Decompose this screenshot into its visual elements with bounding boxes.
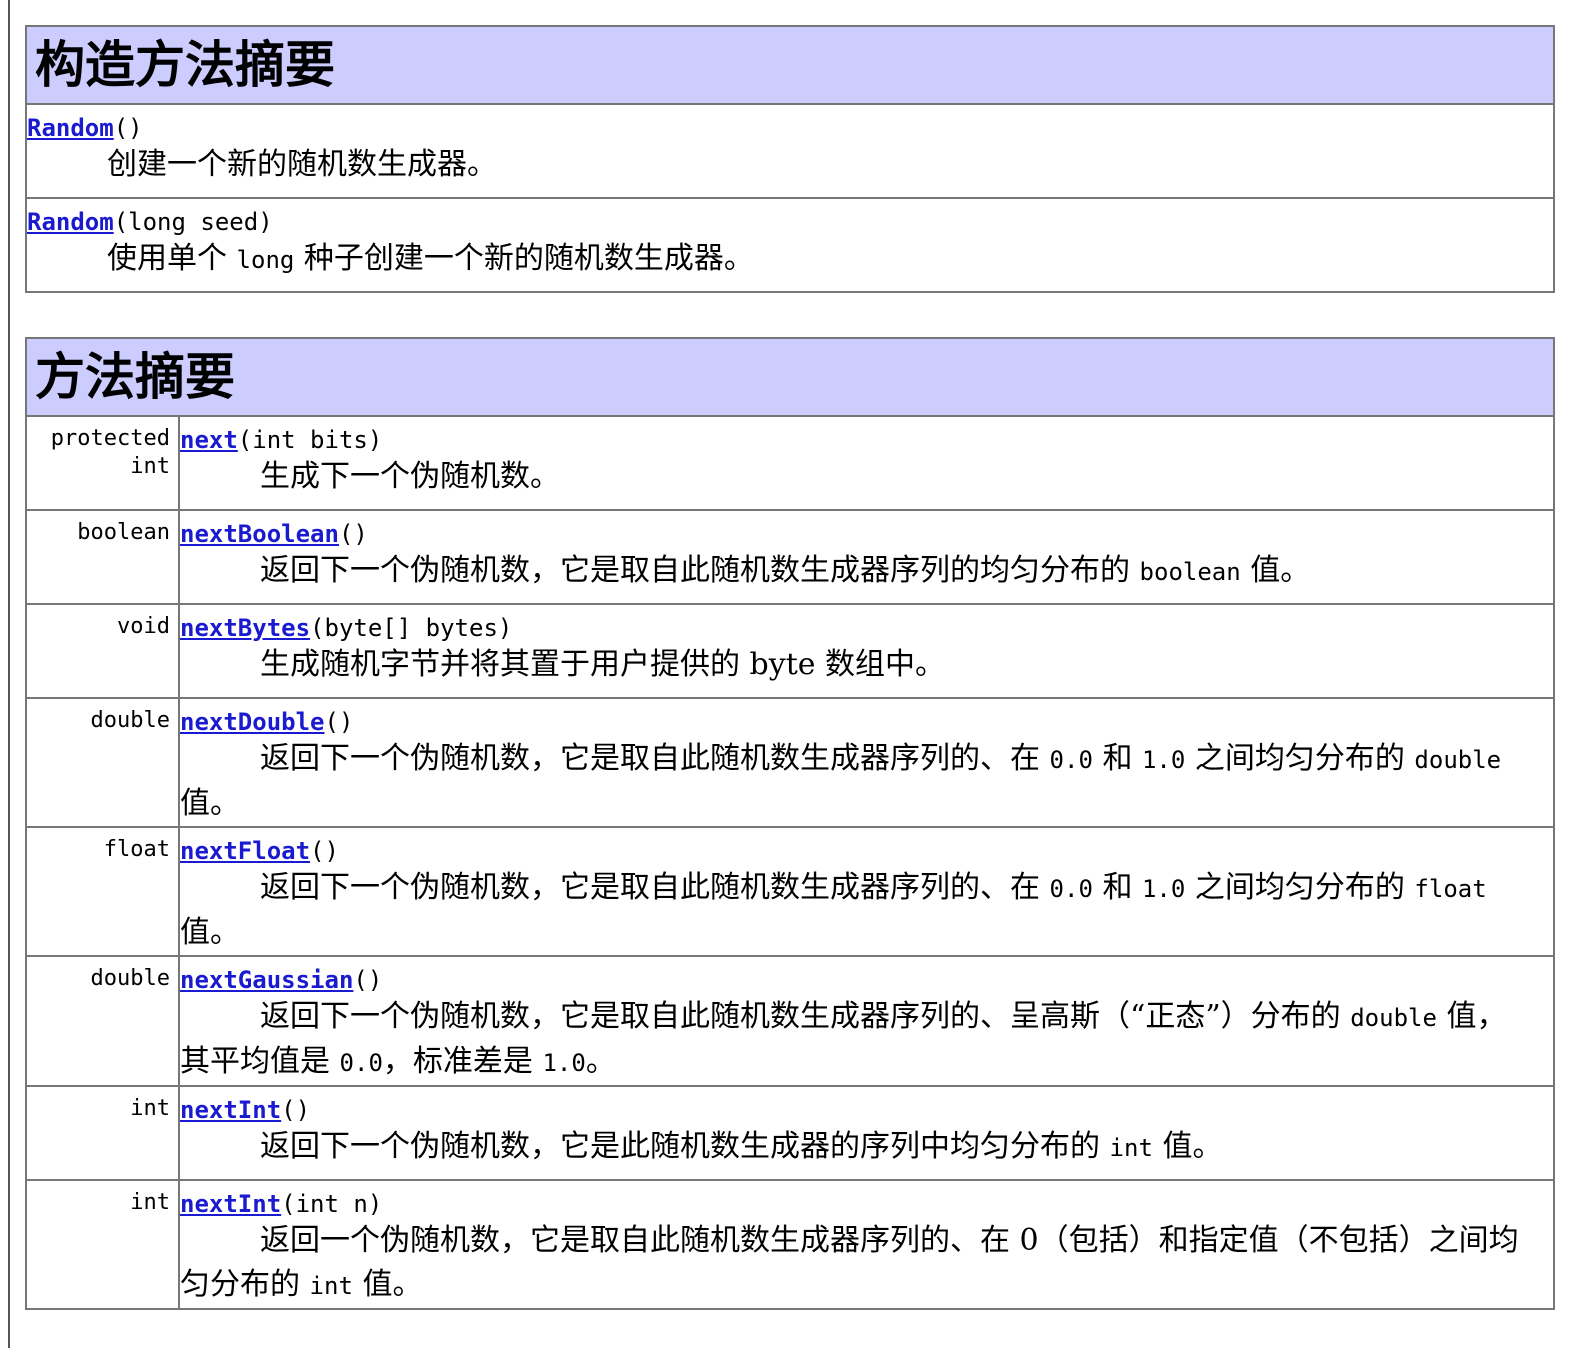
inline-code: 1.0 <box>1141 875 1186 903</box>
method-row: protected int next(int bits) 生成下一个伪随机数。 <box>25 415 1555 511</box>
signature: nextDouble() <box>180 699 1553 737</box>
method-cell: nextBoolean() 返回下一个伪随机数，它是取自此随机数生成器序列的均匀分… <box>178 509 1555 605</box>
constructor-row: Random() 创建一个新的随机数生成器。 <box>25 103 1555 199</box>
member-link[interactable]: nextBoolean <box>180 520 339 548</box>
signature: nextFloat() <box>180 828 1553 866</box>
member-params: () <box>281 1096 311 1124</box>
member-link[interactable]: nextGaussian <box>180 966 353 994</box>
member-description: 返回下一个伪随机数，它是取自此随机数生成器序列的、在 0.0 和 1.0 之间均… <box>180 741 1502 821</box>
signature: nextInt(int n) <box>180 1181 1553 1219</box>
return-type-word: double <box>90 966 170 991</box>
method-row: double nextGaussian() 返回下一个伪随机数，它是取自此随机数生成… <box>25 955 1555 1087</box>
signature: nextBytes(byte[] bytes) <box>180 605 1553 643</box>
inline-code: int <box>309 1272 353 1300</box>
member-params: () <box>324 708 354 736</box>
member-description: 返回下一个伪随机数，它是取自此随机数生成器序列的均匀分布的 boolean 值。 <box>260 553 1311 588</box>
method-cell: nextInt(int n) 返回一个伪随机数，它是取自此随机数生成器序列的、在 … <box>178 1179 1555 1310</box>
member-link[interactable]: nextDouble <box>180 708 325 736</box>
return-type-word: int <box>130 1096 170 1121</box>
constructor-cell: Random() 创建一个新的随机数生成器。 <box>25 103 1555 199</box>
member-params: () <box>338 520 368 548</box>
member-link[interactable]: nextFloat <box>180 837 310 865</box>
member-params: () <box>310 837 339 865</box>
signature: nextGaussian() <box>180 957 1553 995</box>
return-type-word: protected <box>50 426 170 451</box>
inline-code: double <box>1350 1004 1437 1032</box>
left-border-rule <box>8 0 10 1348</box>
member-description: 创建一个新的随机数生成器。 <box>107 147 497 182</box>
constructor-cell: Random(long seed) 使用单个 long 种子创建一个新的随机数生成… <box>25 197 1555 293</box>
member-link[interactable]: Random <box>27 114 114 142</box>
inline-code: 0.0 <box>1049 746 1093 774</box>
inline-code: int <box>1109 1134 1153 1162</box>
member-params: (int n) <box>281 1190 383 1218</box>
return-type: protected int <box>25 415 180 511</box>
return-type-word: int <box>130 1190 170 1215</box>
member-params: (byte[] bytes) <box>310 614 513 642</box>
method-row: int nextInt() 返回下一个伪随机数，它是此随机数生成器的序列中均匀分布的… <box>25 1085 1555 1181</box>
method-row: int nextInt(int n) 返回一个伪随机数，它是取自此随机数生成器序列的… <box>25 1179 1555 1310</box>
method-cell: nextBytes(byte[] bytes) 生成随机字节并将其置于用户提供的 … <box>178 603 1555 699</box>
member-params: () <box>353 966 383 994</box>
inline-code: float <box>1414 875 1487 903</box>
member-description: 返回一个伪随机数，它是取自此随机数生成器序列的、在 0（包括）和指定值（不包括）… <box>180 1223 1519 1302</box>
method-cell: nextInt() 返回下一个伪随机数，它是此随机数生成器的序列中均匀分布的 in… <box>178 1085 1555 1181</box>
return-type: int <box>25 1085 180 1181</box>
signature: nextInt() <box>180 1087 1553 1125</box>
method-cell: nextDouble() 返回下一个伪随机数，它是取自此随机数生成器序列的、在 0… <box>178 697 1555 828</box>
member-link[interactable]: nextInt <box>180 1096 281 1124</box>
method-summary-body: protected int next(int bits) 生成下一个伪随机数。 bool… <box>25 415 1555 1310</box>
return-type-word: float <box>103 837 170 862</box>
member-description: 返回下一个伪随机数，它是取自此随机数生成器序列的、在 0.0 和 1.0 之间均… <box>180 870 1487 950</box>
member-params: () <box>113 114 143 142</box>
return-type: float <box>25 826 180 957</box>
return-type-word: void <box>117 614 170 639</box>
method-row: boolean nextBoolean() 返回下一个伪随机数，它是取自此随机数生成… <box>25 509 1555 605</box>
signature: Random(long seed) <box>27 199 1553 237</box>
inline-code: boolean <box>1139 558 1241 586</box>
method-cell: nextGaussian() 返回下一个伪随机数，它是取自此随机数生成器序列的、呈… <box>178 955 1555 1087</box>
return-type: boolean <box>25 509 180 605</box>
return-type: double <box>25 955 180 1087</box>
method-row: double nextDouble() 返回下一个伪随机数，它是取自此随机数生成器序… <box>25 697 1555 828</box>
member-params: (long seed) <box>113 208 273 236</box>
member-params: (int bits) <box>237 426 383 454</box>
method-cell: next(int bits) 生成下一个伪随机数。 <box>178 415 1555 511</box>
signature: nextBoolean() <box>180 511 1553 549</box>
signature: Random() <box>27 105 1553 143</box>
method-row: float nextFloat() 返回下一个伪随机数，它是取自此随机数生成器序列的… <box>25 826 1555 957</box>
method-summary-title: 方法摘要 <box>25 337 1555 417</box>
return-type: int <box>25 1179 180 1310</box>
return-type: double <box>25 697 180 828</box>
inline-code: 1.0 <box>542 1049 586 1077</box>
method-row: void nextBytes(byte[] bytes) 生成随机字节并将其置于用户… <box>25 603 1555 699</box>
constructor-summary-table: 构造方法摘要 Random() 创建一个新的随机数生成器。 Random(long … <box>25 25 1555 293</box>
member-description: 生成下一个伪随机数。 <box>260 459 560 494</box>
inline-code: 0.0 <box>339 1049 383 1077</box>
constructor-row: Random(long seed) 使用单个 long 种子创建一个新的随机数生成… <box>25 197 1555 293</box>
member-link[interactable]: Random <box>27 208 114 236</box>
member-link[interactable]: next <box>180 426 238 454</box>
inline-code: 0.0 <box>1049 875 1093 903</box>
inline-code: 1.0 <box>1141 746 1186 774</box>
member-description: 使用单个 long 种子创建一个新的随机数生成器。 <box>107 241 754 276</box>
method-summary-table: 方法摘要 protected int next(int bits) 生成下一个伪随机数… <box>25 337 1555 1310</box>
inline-code: double <box>1414 746 1502 774</box>
member-description: 返回下一个伪随机数，它是取自此随机数生成器序列的、呈高斯（“正态”）分布的 do… <box>180 999 1507 1079</box>
constructor-summary-body: Random() 创建一个新的随机数生成器。 Random(long seed) 使用… <box>25 103 1555 293</box>
member-description: 返回下一个伪随机数，它是此随机数生成器的序列中均匀分布的 int 值。 <box>260 1129 1223 1164</box>
inline-code: long <box>236 246 295 274</box>
constructor-summary-title: 构造方法摘要 <box>25 25 1555 105</box>
return-type: void <box>25 603 180 699</box>
member-link[interactable]: nextBytes <box>180 614 310 642</box>
member-link[interactable]: nextInt <box>180 1190 281 1218</box>
method-cell: nextFloat() 返回下一个伪随机数，它是取自此随机数生成器序列的、在 0.… <box>178 826 1555 957</box>
return-type-word: boolean <box>77 520 170 545</box>
return-type-word: double <box>90 708 170 733</box>
signature: next(int bits) <box>180 417 1553 455</box>
member-description: 生成随机字节并将其置于用户提供的 byte 数组中。 <box>260 647 946 682</box>
return-type-word: int <box>130 454 170 479</box>
